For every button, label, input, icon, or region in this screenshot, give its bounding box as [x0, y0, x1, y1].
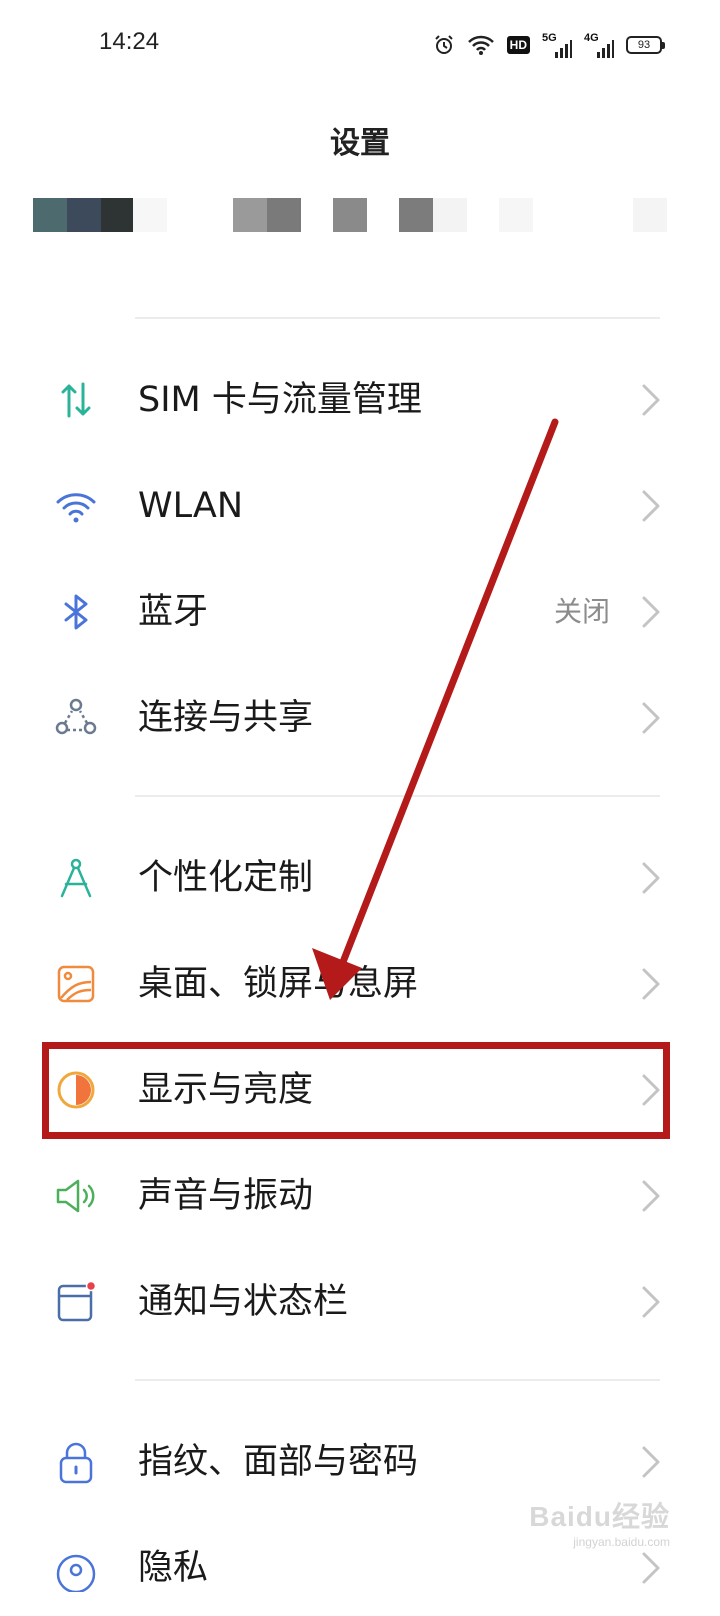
- settings-item-desktop-lockscreen[interactable]: 桌面、锁屏与息屏: [0, 932, 720, 1032]
- watermark-main: Baidu经验: [529, 1501, 670, 1532]
- account-banner[interactable]: [33, 198, 673, 234]
- blur-block: [633, 198, 667, 232]
- battery-icon: 93: [626, 36, 665, 54]
- divider: [135, 795, 660, 797]
- settings-item-label: 桌面、锁屏与息屏: [138, 964, 419, 1004]
- settings-item-label: 个性化定制: [138, 858, 314, 898]
- notification-icon: [52, 1278, 100, 1326]
- divider: [135, 1379, 660, 1381]
- settings-item-label: 连接与共享: [138, 698, 314, 738]
- settings-item-personalization[interactable]: 个性化定制: [0, 826, 720, 926]
- blur-block: [33, 198, 67, 232]
- settings-item-display-brightness[interactable]: 显示与亮度: [0, 1038, 720, 1138]
- settings-item-label: 声音与振动: [138, 1176, 314, 1216]
- blur-block: [499, 198, 533, 232]
- wifi-icon: [467, 34, 495, 56]
- chevron-right-icon: [642, 1552, 660, 1584]
- chevron-right-icon: [642, 384, 660, 416]
- signal-4g-icon: 4G: [584, 32, 614, 58]
- settings-item-label: SIM 卡与流量管理: [138, 380, 422, 420]
- chevron-right-icon: [642, 702, 660, 734]
- blur-block: [267, 198, 301, 232]
- settings-item-bluetooth[interactable]: 蓝牙 关闭: [0, 560, 720, 660]
- settings-item-connection-share[interactable]: 连接与共享: [0, 666, 720, 766]
- chevron-right-icon: [642, 1074, 660, 1106]
- wifi-icon: [52, 482, 100, 530]
- connection-share-icon: [52, 694, 100, 742]
- lock-icon: [52, 1438, 100, 1486]
- settings-item-label: 显示与亮度: [138, 1070, 314, 1110]
- watermark-sub: jingyan.baidu.com: [573, 1535, 670, 1549]
- alarm-icon: [433, 34, 455, 56]
- status-bar: 14:24 HD 5G 4G 93: [0, 0, 720, 90]
- blur-block: [133, 198, 167, 232]
- settings-item-wlan[interactable]: WLAN: [0, 454, 720, 554]
- chevron-right-icon: [642, 968, 660, 1000]
- blur-block: [399, 198, 433, 232]
- settings-item-label: 指纹、面部与密码: [138, 1442, 419, 1482]
- annotation-arrow: [312, 418, 559, 1000]
- watermark: Baidu经验 jingyan.baidu.com: [529, 1495, 670, 1549]
- privacy-icon: [52, 1544, 100, 1592]
- status-icons: HD 5G 4G 93: [433, 30, 665, 60]
- settings-item-label: WLAN: [138, 486, 244, 526]
- wallpaper-icon: [52, 960, 100, 1008]
- bluetooth-icon: [52, 588, 100, 636]
- compass-icon: [52, 854, 100, 902]
- settings-item-label: 蓝牙: [138, 592, 209, 632]
- brightness-icon: [52, 1066, 100, 1114]
- bluetooth-status: 关闭: [553, 595, 610, 628]
- hd-icon: HD: [506, 36, 530, 54]
- status-time: 14:24: [99, 28, 160, 55]
- divider: [135, 317, 660, 319]
- settings-item-label: 通知与状态栏: [138, 1282, 349, 1322]
- page-title: 设置: [330, 126, 390, 161]
- blur-block: [233, 198, 267, 232]
- settings-item-notification-statusbar[interactable]: 通知与状态栏: [0, 1250, 720, 1350]
- settings-item-label: 隐私: [138, 1548, 209, 1588]
- sim-data-icon: [52, 376, 100, 424]
- blur-block: [333, 198, 367, 232]
- speaker-icon: [52, 1172, 100, 1220]
- chevron-right-icon: [642, 1446, 660, 1478]
- chevron-right-icon: [642, 862, 660, 894]
- settings-item-sound-vibration[interactable]: 声音与振动: [0, 1144, 720, 1244]
- chevron-right-icon: [642, 1180, 660, 1212]
- chevron-right-icon: [642, 490, 660, 522]
- chevron-right-icon: [642, 596, 660, 628]
- blur-block: [433, 198, 467, 232]
- signal-5g-icon: 5G: [542, 32, 572, 58]
- blur-block: [67, 198, 101, 232]
- blur-block: [101, 198, 133, 232]
- chevron-right-icon: [642, 1286, 660, 1318]
- settings-item-sim[interactable]: SIM 卡与流量管理: [0, 348, 720, 448]
